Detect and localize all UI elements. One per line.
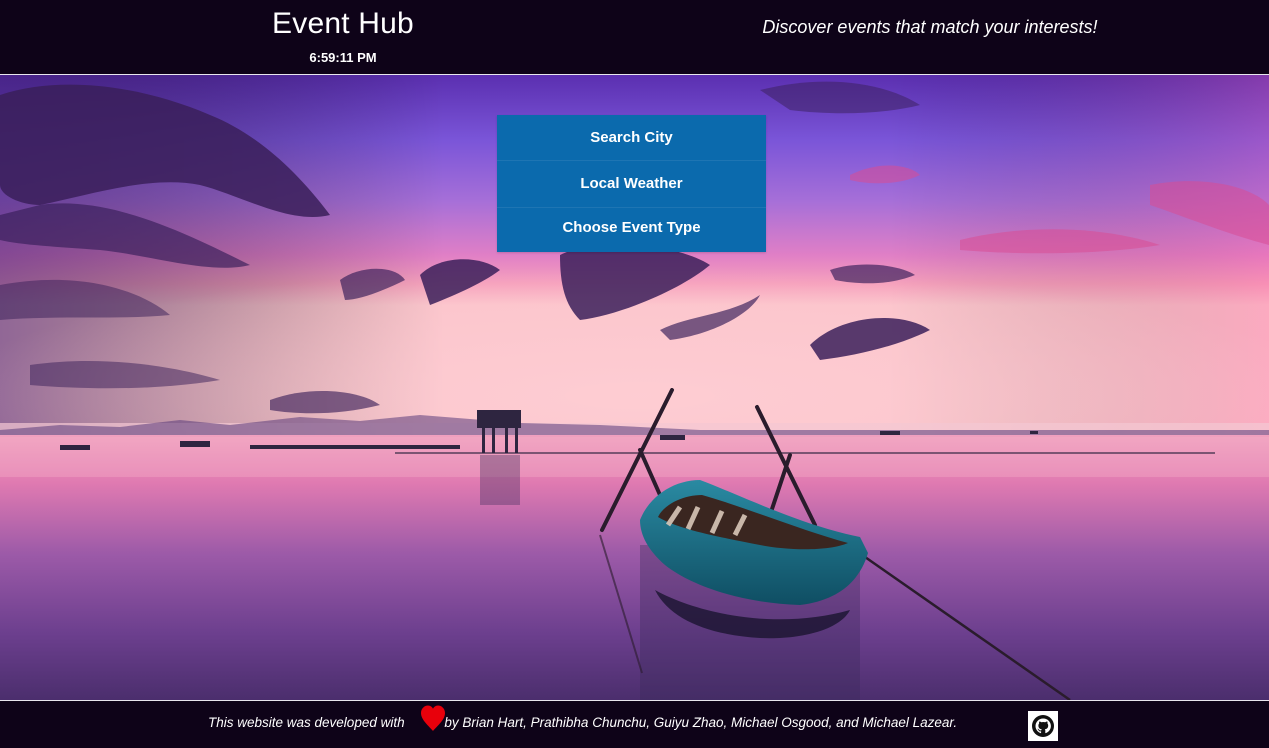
footer: This website was developed with by Brian… (0, 700, 1269, 748)
footer-text-before: This website was developed with (208, 715, 405, 730)
heart-icon (419, 704, 447, 732)
choose-event-type-button[interactable]: Choose Event Type (497, 208, 766, 252)
page: Event Hub 6:59:11 PM Discover events tha… (0, 0, 1269, 748)
github-icon[interactable] (1028, 711, 1058, 741)
local-weather-button[interactable]: Local Weather (497, 161, 766, 208)
search-city-button[interactable]: Search City (497, 115, 766, 161)
brand: Event Hub 6:59:11 PM (243, 6, 443, 66)
page-title: Event Hub (272, 7, 414, 40)
header: Event Hub 6:59:11 PM Discover events tha… (0, 0, 1269, 75)
clock: 6:59:11 PM (309, 50, 377, 65)
tagline: Discover events that match your interest… (762, 17, 1098, 37)
footer-text-after: by Brian Hart, Prathibha Chunchu, Guiyu … (444, 715, 958, 730)
nav-menu: Search City Local Weather Choose Event T… (497, 115, 766, 252)
footer-credits: This website was developed with by Brian… (208, 715, 957, 730)
